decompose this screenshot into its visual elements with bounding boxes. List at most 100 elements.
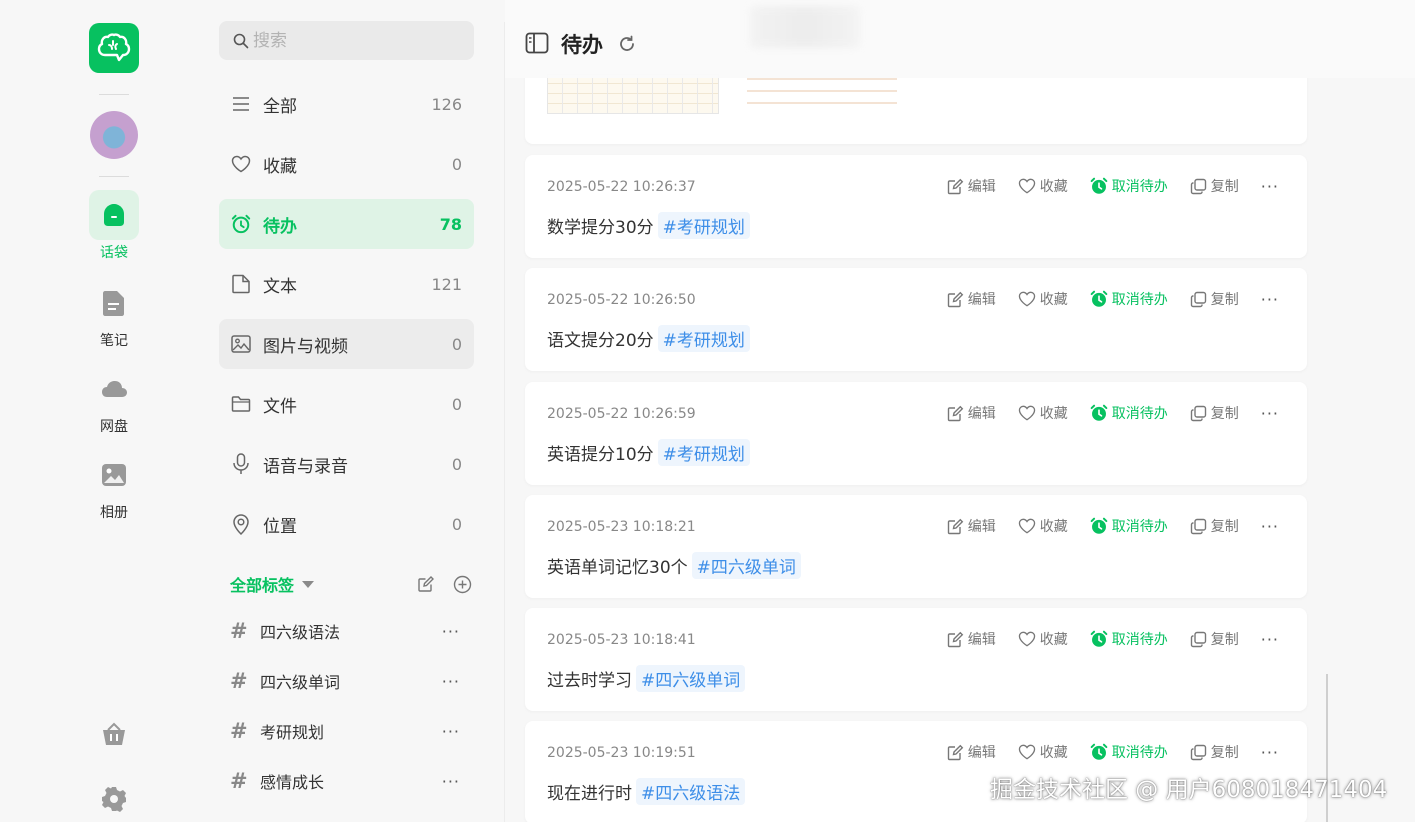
todo-note-card[interactable]: 2025-05-22 10:26:37 编辑 收藏 取消待办 复制 ··· 数学… (525, 155, 1307, 258)
note-text: 语文提分20分 (547, 331, 654, 351)
cloud-icon (102, 381, 127, 397)
category-location[interactable]: 位置 0 (219, 499, 474, 549)
category-label: 位置 (263, 516, 297, 537)
cancel-todo-button[interactable]: 取消待办 (1090, 629, 1168, 649)
cancel-todo-button[interactable]: 取消待办 (1090, 403, 1168, 423)
edit-button[interactable]: 编辑 (947, 289, 996, 309)
todo-note-card[interactable]: 2025-05-22 10:26:50 编辑 收藏 取消待办 复制 ··· 语文… (525, 268, 1307, 371)
category-audio[interactable]: 语音与录音 0 (219, 439, 474, 489)
more-options-button[interactable]: ··· (1261, 290, 1279, 309)
category-count: 0 (451, 154, 462, 174)
tag-item[interactable]: # 四六级语法 ··· (230, 611, 474, 651)
search-box[interactable] (219, 21, 474, 60)
alarm-clock-icon (1090, 630, 1108, 647)
tag-item[interactable]: # 考研规划 ··· (230, 711, 474, 751)
tag-more-button[interactable]: ··· (442, 722, 474, 741)
favorite-button[interactable]: 收藏 (1018, 516, 1068, 536)
copy-icon (1190, 405, 1206, 421)
cancel-todo-button[interactable]: 取消待办 (1090, 516, 1168, 536)
rail-item-album[interactable]: 相册 (80, 450, 148, 522)
note-tag[interactable]: #考研规划 (657, 212, 750, 239)
tag-more-button[interactable]: ··· (442, 672, 474, 691)
more-options-button[interactable]: ··· (1261, 630, 1279, 649)
category-files[interactable]: 文件 0 (219, 379, 474, 429)
copy-button[interactable]: 复制 (1190, 742, 1239, 762)
avatar[interactable] (90, 111, 138, 159)
todo-note-card[interactable]: 2025-05-23 10:18:41 编辑 收藏 取消待办 复制 ··· 过去… (525, 608, 1307, 711)
tag-more-button[interactable]: ··· (442, 772, 474, 791)
edit-button[interactable]: 编辑 (947, 176, 996, 196)
favorite-button[interactable]: 收藏 (1018, 742, 1068, 762)
more-options-button[interactable]: ··· (1261, 404, 1279, 423)
note-tag[interactable]: #考研规划 (657, 439, 750, 466)
favorite-button[interactable]: 收藏 (1018, 403, 1068, 423)
settings-button[interactable] (94, 779, 134, 819)
caret-down-icon[interactable] (302, 580, 315, 588)
note-text: 过去时学习 (547, 671, 632, 691)
cancel-todo-button[interactable]: 取消待办 (1090, 176, 1168, 196)
copy-button[interactable]: 复制 (1190, 629, 1239, 649)
more-options-button[interactable]: ··· (1261, 743, 1279, 762)
refresh-icon[interactable] (618, 35, 636, 53)
category-count: 121 (431, 274, 462, 294)
note-image-thumbnail[interactable] (547, 74, 719, 114)
home-bag-icon (104, 204, 124, 226)
tag-more-button[interactable]: ··· (442, 622, 474, 641)
hashtag-icon: # (230, 719, 248, 743)
rail-item-notes[interactable]: 笔记 (80, 278, 148, 350)
alarm-clock-icon (1090, 290, 1108, 307)
copy-icon (1190, 178, 1206, 194)
copy-icon (1190, 291, 1206, 307)
favorite-button[interactable]: 收藏 (1018, 629, 1068, 649)
trash-button[interactable] (94, 714, 134, 754)
edit-tags-icon[interactable] (417, 575, 435, 593)
all-tags-toggle[interactable]: 全部标签 (230, 572, 294, 596)
edit-button[interactable]: 编辑 (947, 629, 996, 649)
note-actions: 编辑 收藏 取消待办 复制 ··· (925, 176, 1279, 196)
alarm-clock-icon (1090, 517, 1108, 534)
category-all[interactable]: 全部 126 (219, 79, 474, 129)
note-image-thumbnail[interactable] (747, 74, 897, 112)
edit-button[interactable]: 编辑 (947, 516, 996, 536)
cancel-todo-button[interactable]: 取消待办 (1090, 289, 1168, 309)
heart-icon (1018, 744, 1035, 760)
category-count: 0 (451, 334, 462, 354)
copy-button[interactable]: 复制 (1190, 176, 1239, 196)
edit-icon (947, 518, 964, 534)
note-tag[interactable]: #四六级单词 (691, 552, 801, 579)
favorite-button[interactable]: 收藏 (1018, 289, 1068, 309)
todo-note-card[interactable]: 2025-05-23 10:18:21 编辑 收藏 取消待办 复制 ··· 英语… (525, 495, 1307, 598)
category-label: 文件 (263, 396, 297, 417)
category-favorites[interactable]: 收藏 0 (219, 139, 474, 189)
note-actions: 编辑 收藏 取消待办 复制 ··· (925, 289, 1279, 309)
sidebar-toggle-icon[interactable] (525, 32, 549, 54)
document-icon (232, 274, 250, 294)
favorite-button[interactable]: 收藏 (1018, 176, 1068, 196)
more-options-button[interactable]: ··· (1261, 177, 1279, 196)
more-options-button[interactable]: ··· (1261, 517, 1279, 536)
todo-note-card[interactable]: 2025-05-22 10:26:59 编辑 收藏 取消待办 复制 ··· 英语… (525, 382, 1307, 485)
edit-button[interactable]: 编辑 (947, 403, 996, 423)
category-media[interactable]: 图片与视频 0 (219, 319, 474, 369)
category-todo[interactable]: 待办 78 (219, 199, 474, 249)
copy-button[interactable]: 复制 (1190, 516, 1239, 536)
rail-item-cloud[interactable]: 网盘 (80, 364, 148, 436)
album-icon (102, 464, 126, 486)
search-input[interactable] (253, 30, 453, 51)
note-tag[interactable]: #四六级语法 (636, 778, 746, 805)
edit-button[interactable]: 编辑 (947, 742, 996, 762)
note-tag[interactable]: #考研规划 (657, 325, 750, 352)
edit-icon (947, 405, 964, 421)
app-logo[interactable] (89, 23, 139, 73)
tag-item[interactable]: # 四六级单词 ··· (230, 661, 474, 701)
tag-item[interactable]: # 感情成长 ··· (230, 761, 474, 801)
rail-item-bag[interactable]: 话袋 (80, 190, 148, 262)
note-timestamp: 2025-05-22 10:26:37 (547, 179, 696, 195)
add-tag-icon[interactable] (453, 575, 472, 594)
cancel-todo-button[interactable]: 取消待办 (1090, 742, 1168, 762)
category-text[interactable]: 文本 121 (219, 259, 474, 309)
copy-button[interactable]: 复制 (1190, 289, 1239, 309)
copy-button[interactable]: 复制 (1190, 403, 1239, 423)
note-tag[interactable]: #四六级单词 (636, 665, 746, 692)
note-timestamp: 2025-05-23 10:19:51 (547, 745, 696, 761)
